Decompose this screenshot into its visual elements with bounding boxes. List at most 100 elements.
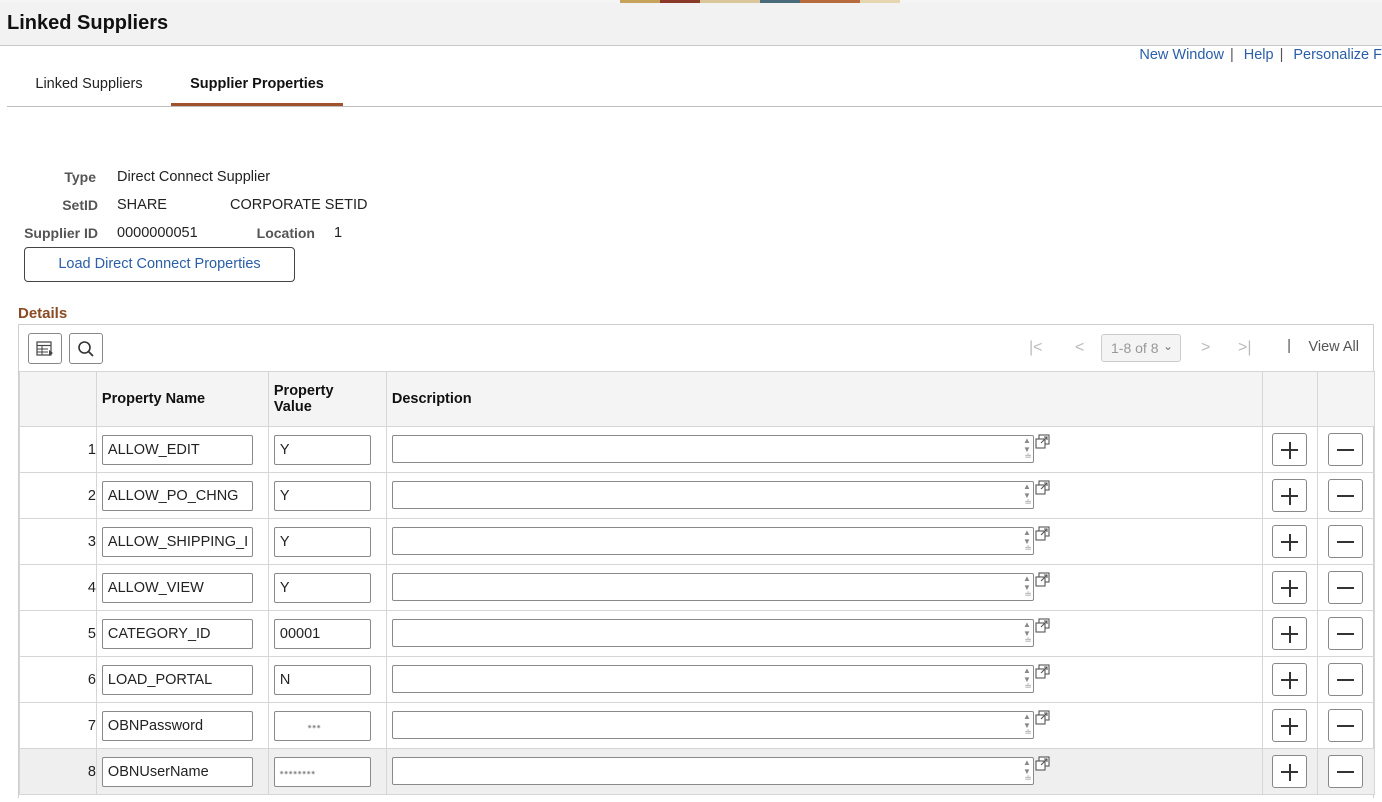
masked-value: •••	[279, 721, 322, 733]
description-textarea[interactable]: ▲ ▼ ≐	[391, 711, 1034, 739]
property-name-input[interactable]: ALLOW_EDIT	[101, 434, 253, 465]
last-page-icon[interactable]: >|	[1238, 339, 1252, 357]
delete-row-button[interactable]	[1328, 525, 1364, 558]
delete-row-button[interactable]	[1328, 433, 1364, 466]
description-textarea[interactable]: ▲ ▼ ≐	[391, 573, 1034, 601]
description-cell: ▲ ▼ ≐	[385, 610, 1264, 657]
description-textarea[interactable]: ▲ ▼ ≐	[391, 665, 1034, 693]
property-value-input[interactable]: Y	[273, 526, 371, 557]
row-number: 5	[19, 610, 97, 657]
page-title: Linked Suppliers	[7, 12, 169, 34]
add-row-button[interactable]	[1272, 479, 1308, 512]
resize-grip-icon[interactable]: ≐	[1024, 589, 1032, 600]
view-all-link[interactable]: View All	[1308, 339, 1359, 355]
expand-popup-icon[interactable]	[1035, 526, 1050, 541]
add-row-button[interactable]	[1272, 617, 1308, 650]
expand-popup-icon[interactable]	[1035, 434, 1050, 449]
row-number: 6	[19, 656, 97, 703]
property-name-input[interactable]: OBNUserName	[101, 756, 253, 787]
load-direct-connect-properties-button[interactable]: Load Direct Connect Properties	[24, 247, 295, 282]
delete-row-button[interactable]	[1328, 755, 1364, 788]
grid-search-button[interactable]	[69, 333, 103, 364]
property-value-input[interactable]: Y	[273, 480, 371, 511]
resize-grip-icon[interactable]: ≐	[1024, 773, 1032, 784]
minus-icon	[1337, 633, 1355, 635]
expand-popup-icon[interactable]	[1035, 572, 1050, 587]
resize-grip-icon[interactable]: ≐	[1024, 727, 1032, 738]
property-name-cell: OBNPassword	[95, 702, 269, 749]
property-value-input[interactable]: •••	[273, 710, 371, 741]
add-row-button[interactable]	[1272, 433, 1308, 466]
resize-grip-icon[interactable]: ≐	[1024, 497, 1032, 508]
resize-grip-icon[interactable]: ≐	[1024, 681, 1032, 692]
property-value-input[interactable]: N	[273, 664, 371, 695]
row-number-header	[19, 371, 97, 427]
property-value-input[interactable]: Y	[273, 572, 371, 603]
description-textarea[interactable]: ▲ ▼ ≐	[391, 757, 1034, 785]
delete-row-cell	[1316, 748, 1376, 795]
delete-row-button[interactable]	[1328, 617, 1364, 650]
tab-linked-suppliers[interactable]: Linked Suppliers	[29, 70, 149, 106]
add-row-button[interactable]	[1272, 571, 1308, 604]
grid-personalize-button[interactable]	[28, 333, 62, 364]
delete-row-button[interactable]	[1328, 571, 1364, 604]
property-value-input[interactable]: 00001	[273, 618, 371, 649]
help-link[interactable]: Help	[1244, 47, 1274, 63]
expand-popup-icon[interactable]	[1035, 710, 1050, 725]
property-value-input[interactable]: ••••••••	[273, 756, 371, 787]
delete-row-button[interactable]	[1328, 663, 1364, 696]
expand-popup-icon[interactable]	[1035, 664, 1050, 679]
property-name-cell: LOAD_PORTAL	[95, 656, 269, 703]
description-textarea[interactable]: ▲ ▼ ≐	[391, 481, 1034, 509]
description-header: Description	[385, 371, 1264, 427]
delete-row-button[interactable]	[1328, 479, 1364, 512]
description-textarea[interactable]: ▲ ▼ ≐	[391, 619, 1034, 647]
table-row: 8 OBNUserName •••••••• ▲ ▼ ≐	[19, 748, 1376, 795]
personalize-link[interactable]: Personalize F	[1293, 47, 1382, 63]
next-page-icon[interactable]: >	[1201, 339, 1210, 357]
first-page-icon[interactable]: |<	[1029, 339, 1043, 357]
property-name-input[interactable]: LOAD_PORTAL	[101, 664, 253, 695]
add-row-button[interactable]	[1272, 525, 1308, 558]
description-cell: ▲ ▼ ≐	[385, 518, 1264, 565]
add-row-button[interactable]	[1272, 709, 1308, 742]
new-window-link[interactable]: New Window	[1139, 47, 1224, 63]
property-name-input[interactable]: ALLOW_VIEW	[101, 572, 253, 603]
resize-grip-icon[interactable]: ≐	[1024, 543, 1032, 554]
property-value-cell: 00001	[267, 610, 387, 657]
expand-popup-icon[interactable]	[1035, 756, 1050, 771]
table-header-row: Property Name Property Value Description	[19, 371, 1376, 427]
resize-grip-icon[interactable]: ≐	[1024, 451, 1032, 462]
add-row-button[interactable]	[1272, 663, 1308, 696]
property-value-input[interactable]: Y	[273, 434, 371, 465]
plus-icon-vertical	[1288, 764, 1291, 781]
delete-row-cell	[1316, 656, 1376, 703]
resize-grip-icon[interactable]: ≐	[1024, 635, 1032, 646]
minus-icon	[1337, 541, 1355, 543]
description-textarea[interactable]: ▲ ▼ ≐	[391, 527, 1034, 555]
expand-popup-icon[interactable]	[1035, 480, 1050, 495]
delete-column-header	[1316, 371, 1376, 427]
location-value: 1	[334, 225, 343, 241]
property-name-input[interactable]: CATEGORY_ID	[101, 618, 253, 649]
details-grid: |< < 1-8 of 8 ⌄ > >| | View All Property…	[18, 324, 1376, 798]
pager-range-select[interactable]: 1-8 of 8 ⌄	[1101, 334, 1181, 362]
expand-popup-icon[interactable]	[1035, 618, 1050, 633]
delete-row-button[interactable]	[1328, 709, 1364, 742]
minus-icon	[1337, 771, 1355, 773]
delete-row-cell	[1316, 472, 1376, 519]
add-row-button[interactable]	[1272, 755, 1308, 788]
add-row-cell	[1262, 518, 1318, 565]
table-row: 6 LOAD_PORTAL N ▲ ▼ ≐	[19, 656, 1376, 703]
description-textarea[interactable]: ▲ ▼ ≐	[391, 435, 1034, 463]
row-number: 4	[19, 564, 97, 611]
property-name-input[interactable]: ALLOW_PO_CHNG	[101, 480, 253, 511]
plus-icon-vertical	[1288, 718, 1291, 735]
property-name-input[interactable]: ALLOW_SHIPPING_I	[101, 526, 253, 557]
property-name-input[interactable]: OBNPassword	[101, 710, 253, 741]
title-bar: Linked Suppliers	[0, 3, 1382, 46]
add-row-cell	[1262, 564, 1318, 611]
tab-supplier-properties[interactable]: Supplier Properties	[171, 70, 343, 106]
previous-page-icon[interactable]: <	[1075, 339, 1084, 357]
delete-row-cell	[1316, 610, 1376, 657]
